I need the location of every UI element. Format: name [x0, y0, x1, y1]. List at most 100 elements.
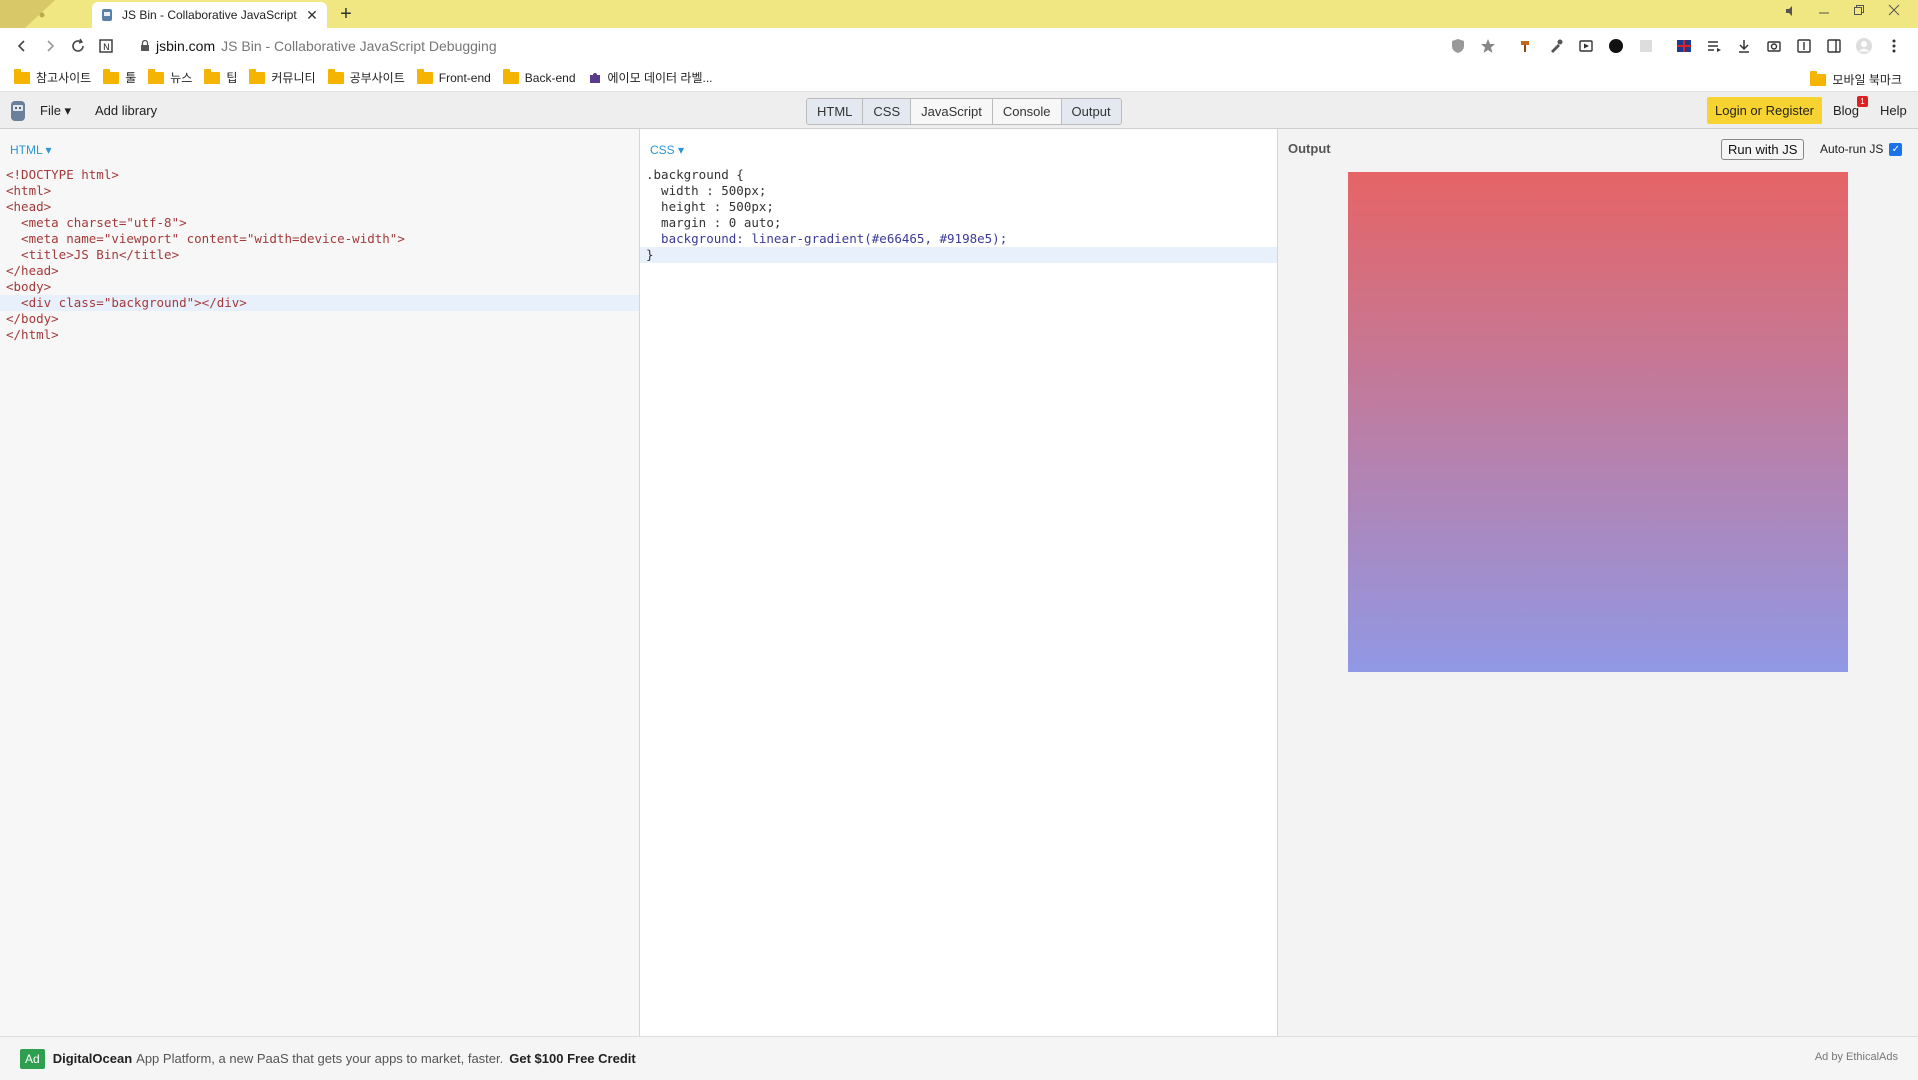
- bookmark-folder[interactable]: 툴: [101, 67, 138, 88]
- address-bar[interactable]: jsbin.com JS Bin - Collaborative JavaScr…: [140, 32, 497, 60]
- jsbin-favicon-icon: [102, 9, 112, 21]
- help-link[interactable]: Help: [1880, 103, 1907, 118]
- code-line: margin : 0 auto;: [646, 215, 782, 230]
- svg-text:N: N: [103, 43, 110, 53]
- grey-extension-icon[interactable]: [1636, 36, 1656, 56]
- file-menu[interactable]: File ▾: [40, 103, 71, 119]
- translate-extension-icon[interactable]: [1674, 36, 1694, 56]
- ad-attribution[interactable]: Ad by EthicalAds: [1815, 1051, 1898, 1063]
- minimize-icon[interactable]: [1818, 4, 1838, 24]
- restore-icon[interactable]: [1853, 4, 1873, 24]
- add-library-menu[interactable]: Add library: [95, 103, 157, 118]
- shield-icon[interactable]: [1448, 36, 1468, 56]
- bookmark-folder[interactable]: 공부사이트: [326, 67, 407, 88]
- bookmark-link[interactable]: 에이모 데이터 라벨...: [586, 67, 715, 88]
- tab-close-icon[interactable]: ✕: [305, 8, 319, 22]
- more-menu-icon[interactable]: [1884, 36, 1904, 56]
- code-line: <title>JS Bin</title>: [6, 247, 180, 262]
- autorun-js-toggle[interactable]: Auto-run JS ✓: [1820, 142, 1903, 156]
- url-page-title: JS Bin - Collaborative JavaScript Debugg…: [221, 38, 497, 54]
- jsbin-logo-icon[interactable]: [8, 100, 28, 122]
- rendered-gradient-box: [1348, 172, 1848, 672]
- code-line: background: linear-gradient(#e66465, #91…: [646, 231, 1008, 246]
- side-panel-icon[interactable]: [1824, 36, 1844, 56]
- dark-mode-extension-icon[interactable]: [1606, 36, 1626, 56]
- tab-html[interactable]: HTML: [807, 99, 863, 124]
- bookmark-folder[interactable]: 팁: [202, 67, 239, 88]
- profile-decoration-icon: [0, 0, 55, 28]
- sound-icon[interactable]: [1784, 4, 1804, 24]
- code-line: </html>: [6, 327, 59, 342]
- bookmark-folder[interactable]: Back-end: [501, 68, 578, 87]
- tab-css[interactable]: CSS: [862, 99, 911, 124]
- tab-javascript[interactable]: JavaScript: [910, 99, 992, 124]
- bookmarks-bar: 참고사이트 툴 뉴스 팁 커뮤니티 공부사이트 Front-end Back-e…: [0, 64, 1918, 92]
- code-line: height : 500px;: [646, 199, 774, 214]
- output-panel-label: Output: [1288, 141, 1331, 156]
- login-register-button[interactable]: Login or Register: [1707, 97, 1822, 124]
- bookmark-folder[interactable]: 참고사이트: [12, 67, 93, 88]
- css-editor-panel[interactable]: CSS ▾ .background { width : 500px; heigh…: [640, 129, 1278, 1036]
- folder-icon: [502, 68, 519, 84]
- folder-icon: [204, 68, 221, 84]
- html-editor-panel[interactable]: HTML ▾ <!DOCTYPE html> <html> <head> <me…: [0, 129, 640, 1036]
- output-panel: Output Run with JS Auto-run JS ✓: [1278, 129, 1918, 1036]
- tab-title: JS Bin - Collaborative JavaScript Debugg…: [122, 8, 297, 22]
- folder-icon: [148, 68, 165, 84]
- autorun-label: Auto-run JS: [1820, 142, 1884, 156]
- autorun-checkbox-icon[interactable]: ✓: [1889, 142, 1903, 156]
- mobile-bookmarks-folder[interactable]: 모바일 북마크: [1808, 69, 1904, 90]
- code-line: .background {: [646, 167, 744, 182]
- video-extension-icon[interactable]: [1576, 36, 1596, 56]
- lock-icon: [141, 40, 149, 51]
- blog-link[interactable]: Blog: [1833, 103, 1859, 118]
- ad-text[interactable]: App Platform, a new PaaS that gets your …: [136, 1051, 503, 1066]
- playlist-icon[interactable]: [1704, 36, 1724, 56]
- css-panel-label[interactable]: CSS ▾: [650, 143, 684, 157]
- code-line: <html>: [6, 183, 52, 198]
- code-line: <head>: [6, 199, 52, 214]
- color-picker-icon[interactable]: [1546, 36, 1566, 56]
- jsbin-control-bar: File ▾ Add library HTML CSS JavaScript C…: [0, 92, 1918, 129]
- camera-icon[interactable]: [1764, 36, 1784, 56]
- code-line: <!DOCTYPE html>: [6, 167, 119, 182]
- notion-extension-icon[interactable]: N: [92, 32, 120, 60]
- html-code[interactable]: <!DOCTYPE html> <html> <head> <meta char…: [0, 167, 639, 343]
- ad-badge: Ad: [20, 1048, 45, 1069]
- bookmark-folder[interactable]: 뉴스: [146, 67, 194, 88]
- tab-output[interactable]: Output: [1060, 99, 1121, 124]
- tab-console[interactable]: Console: [991, 99, 1061, 124]
- code-line: <meta name="viewport" content="width=dev…: [6, 231, 405, 246]
- ad-cta-link[interactable]: Get $100 Free Credit: [509, 1051, 635, 1066]
- hammer-extension-icon[interactable]: [1516, 36, 1536, 56]
- bookmark-star-icon[interactable]: [1478, 36, 1498, 56]
- code-line: <body>: [6, 279, 52, 294]
- browser-tab-strip: JS Bin - Collaborative JavaScript Debugg…: [0, 0, 1918, 28]
- bookmark-folder[interactable]: Front-end: [415, 68, 493, 87]
- code-line: width : 500px;: [646, 183, 767, 198]
- ad-bar[interactable]: Ad DigitalOcean App Platform, a new PaaS…: [0, 1036, 1918, 1080]
- folder-icon: [103, 68, 120, 84]
- new-tab-button[interactable]: +: [336, 4, 356, 25]
- extension-icons: [1448, 36, 1904, 56]
- panel-toggle-group: HTML CSS JavaScript Console Output: [806, 98, 1122, 125]
- back-icon[interactable]: [8, 32, 36, 60]
- forward-icon[interactable]: [36, 32, 64, 60]
- code-line: </head>: [6, 263, 59, 278]
- folder-icon: [14, 68, 30, 84]
- browser-tab-jsbin[interactable]: JS Bin - Collaborative JavaScript Debugg…: [92, 2, 327, 28]
- css-code[interactable]: .background { width : 500px; height : 50…: [640, 167, 1277, 263]
- profile-avatar-icon[interactable]: [1854, 36, 1874, 56]
- run-with-js-button[interactable]: Run with JS: [1721, 139, 1805, 160]
- download-icon[interactable]: [1734, 36, 1754, 56]
- code-line: <meta charset="utf-8">: [6, 215, 187, 230]
- bookmark-folder[interactable]: 커뮤니티: [247, 67, 317, 88]
- close-window-icon[interactable]: [1888, 4, 1908, 24]
- url-domain: jsbin.com: [156, 38, 216, 54]
- reader-icon[interactable]: [1794, 36, 1814, 56]
- folder-icon: [327, 68, 344, 84]
- reload-icon[interactable]: [64, 32, 92, 60]
- ad-brand[interactable]: DigitalOcean: [53, 1051, 132, 1066]
- browser-toolbar: N jsbin.com JS Bin - Collaborative JavaS…: [0, 28, 1918, 64]
- html-panel-label[interactable]: HTML ▾: [10, 143, 52, 157]
